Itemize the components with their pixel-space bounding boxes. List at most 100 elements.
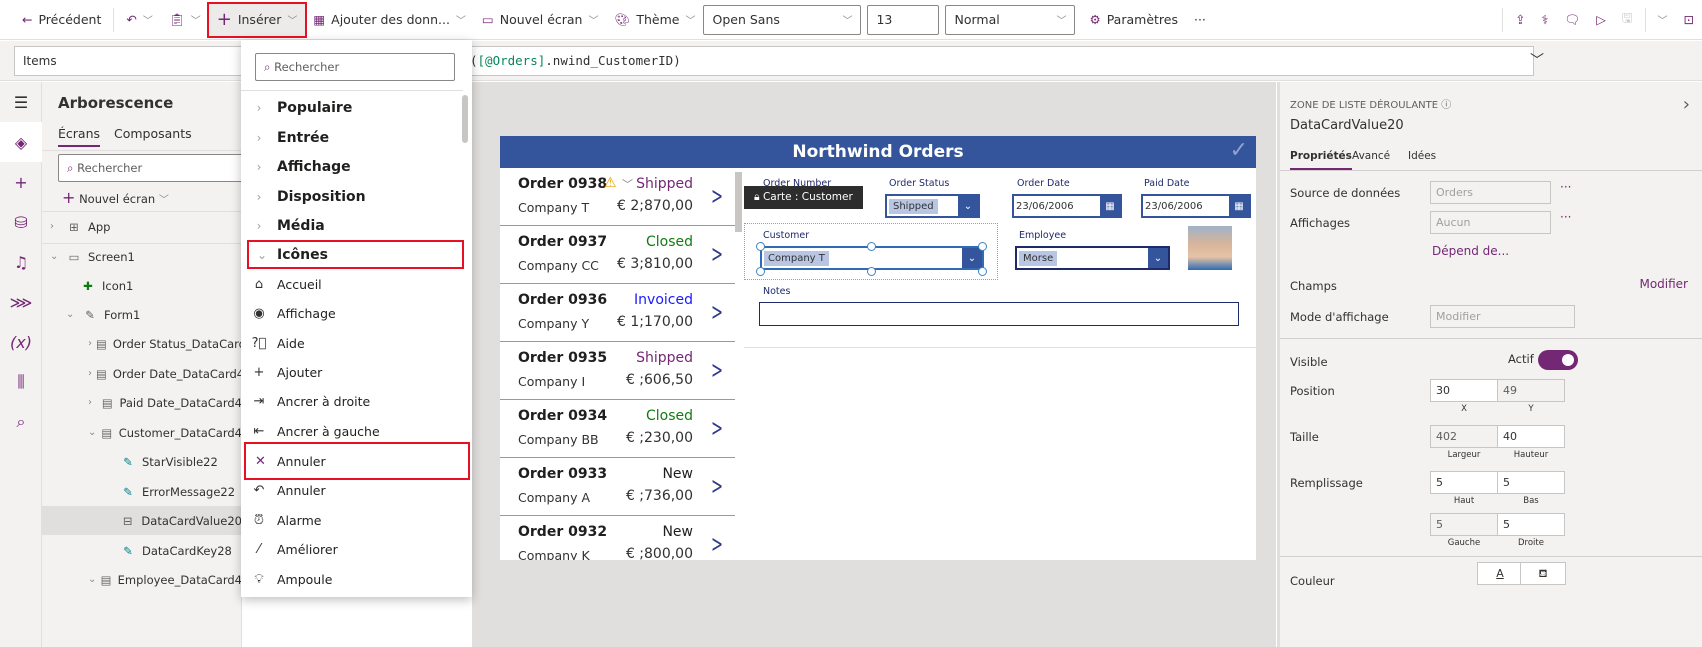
menu-item-annuler-cancel[interactable]: ✕ Annuler <box>244 442 470 480</box>
resize-handle[interactable] <box>756 242 765 251</box>
category-media[interactable]: › Média <box>241 211 461 240</box>
publish-button[interactable]: ⊡ <box>1676 4 1702 36</box>
insert-search-input[interactable]: ⌕ Rechercher <box>255 53 455 81</box>
display-mode-select[interactable]: Modifier <box>1430 305 1575 328</box>
order-date-picker[interactable]: 23/06/2006 ▦ <box>1012 194 1122 218</box>
menu-scrollbar[interactable] <box>462 95 468 143</box>
tree-node-card[interactable]: ⌄ ▤ Customer_DataCard4 <box>42 418 242 447</box>
category-populaire[interactable]: › Populaire <box>241 93 461 122</box>
comments-button[interactable]: 🗨︎ <box>1556 4 1588 36</box>
visible-toggle[interactable] <box>1538 350 1578 370</box>
power-automate-icon[interactable]: ⋙ <box>0 282 42 322</box>
order-status-dropdown[interactable]: Shipped ⌄ <box>885 194 980 218</box>
gallery-row[interactable]: Order 0937 Closed Company CC € 3;810,00 > <box>500 226 735 284</box>
tree-node-card[interactable]: › ▤ Order Date_DataCard4 <box>42 359 242 388</box>
width-input[interactable]: 402 <box>1430 425 1498 448</box>
media-icon[interactable]: ♫ <box>0 242 42 282</box>
save-options-button[interactable]: ﹀ <box>1650 4 1676 36</box>
help-icon[interactable]: ⓘ <box>1441 100 1451 111</box>
resize-handle[interactable] <box>756 267 765 276</box>
chevron-right-icon[interactable]: › <box>1683 94 1690 115</box>
preview-button[interactable]: ▷ <box>1588 4 1614 36</box>
resize-handle[interactable] <box>978 267 987 276</box>
tree-node-control[interactable]: ✎ StarVisible22 <box>42 447 242 476</box>
tab-components[interactable]: Composants <box>114 126 192 141</box>
search-icon[interactable]: ⌕ <box>0 402 42 442</box>
settings-button[interactable]: ⚙ Paramètres <box>1081 4 1186 36</box>
layers-icon[interactable]: ◈ <box>0 122 42 162</box>
menu-item-ampoule[interactable]: 💡︎ Ampoule <box>241 565 461 594</box>
tab-ideas[interactable]: Idées <box>1408 150 1436 162</box>
tools-icon[interactable]: ⫼ <box>0 362 42 402</box>
resize-handle[interactable] <box>978 242 987 251</box>
tab-screens[interactable]: Écrans <box>58 126 101 147</box>
more-icon[interactable]: ··· <box>1560 210 1571 224</box>
tree-node-control[interactable]: ✎ DataCardKey28 <box>42 536 242 565</box>
tree-node-control[interactable]: ✎ ErrorMessage22 <box>42 477 242 506</box>
expand-formula-icon[interactable]: ﹀ <box>1530 50 1544 70</box>
gallery-row[interactable]: Order 0935 Shipped Company I € ;606,50 > <box>500 342 735 400</box>
padding-right-input[interactable]: 5 <box>1497 513 1565 536</box>
variables-icon[interactable]: (x) <box>0 322 42 362</box>
menu-item-affichage[interactable]: ◉ Affichage <box>241 299 461 328</box>
fill-color-button[interactable]: ⛾ <box>1520 562 1566 585</box>
gallery-row[interactable]: Order 0934 Closed Company BB € ;230,00 > <box>500 400 735 458</box>
menu-item-alarme[interactable]: ⏰︎ Alarme <box>241 506 461 535</box>
gallery-scrollbar[interactable] <box>735 172 742 232</box>
tree-node-app[interactable]: › ⊞ App <box>42 212 242 241</box>
tree-node-card[interactable]: ⌄ ▤ Employee_DataCard4 <box>42 565 242 594</box>
data-source-select[interactable]: Orders <box>1430 181 1551 204</box>
depends-on-link[interactable]: Dépend de... <box>1432 244 1509 258</box>
paid-date-picker[interactable]: 23/06/2006 ▦ <box>1141 194 1251 218</box>
menu-item-accueil[interactable]: ⌂ Accueil <box>241 270 461 299</box>
chevron-right-icon[interactable]: > <box>711 240 723 268</box>
hamburger-icon[interactable]: ☰ <box>0 82 42 122</box>
category-icones[interactable]: ⌄ Icônes <box>247 240 464 269</box>
category-disposition[interactable]: › Disposition <box>241 182 461 211</box>
employee-combobox[interactable]: Morse ⌄ <box>1015 246 1170 270</box>
menu-item-ajouter[interactable]: + Ajouter <box>241 358 461 387</box>
chevron-right-icon[interactable]: > <box>711 182 723 210</box>
tree-node-selected[interactable]: ⊟ DataCardValue20 <box>42 506 242 535</box>
app-checker-button[interactable]: ⚕ <box>1534 4 1557 36</box>
tree-node-screen1[interactable]: ⌄ ▭ Screen1 <box>42 242 242 271</box>
more-icon[interactable]: ··· <box>1560 180 1571 194</box>
notes-input[interactable] <box>759 302 1239 326</box>
tree-node-icon1[interactable]: ✚ Icon1 <box>42 271 242 300</box>
plus-icon[interactable]: + <box>0 162 42 202</box>
add-data-button[interactable]: ▦ Ajouter des donn... ﹀ <box>305 4 474 36</box>
text-color-button[interactable]: A <box>1477 562 1523 585</box>
database-icon[interactable]: ⛁ <box>0 202 42 242</box>
padding-bottom-input[interactable]: 5 <box>1497 471 1565 494</box>
tree-node-form1[interactable]: ⌄ ✎ Form1 <box>42 300 242 329</box>
chevron-right-icon[interactable]: > <box>711 472 723 500</box>
theme-button[interactable]: 🎨︎ Thème ﹀ <box>606 4 703 36</box>
edit-fields-link[interactable]: Modifier <box>1639 277 1688 291</box>
menu-item-ameliorer[interactable]: ⁄ Améliorer <box>241 535 461 564</box>
gallery-row[interactable]: Order 0933 New Company A € ;736,00 > <box>500 458 735 516</box>
padding-left-input[interactable]: 5 <box>1430 513 1498 536</box>
tab-advanced[interactable]: Avancé <box>1352 150 1390 162</box>
category-entree[interactable]: › Entrée <box>241 123 461 152</box>
views-select[interactable]: Aucun <box>1430 211 1551 234</box>
gallery-row[interactable]: Order 0936 Invoiced Company Y € 1;170,00 > <box>500 284 735 342</box>
gallery-row[interactable]: Order 0938 ⚠ ﹀ Shipped Company T € 2;870,00 > <box>500 168 735 226</box>
back-button[interactable]: ← Précédent <box>14 4 109 36</box>
formula-input[interactable]: ([@Orders].nwind_CustomerID) <box>470 53 681 68</box>
y-input[interactable]: 49 <box>1497 379 1565 402</box>
chevron-right-icon[interactable]: > <box>711 298 723 326</box>
menu-item-ancrer-droite[interactable]: ⇥ Ancrer à droite <box>241 387 461 416</box>
gallery-row[interactable]: Order 0932 New Company K € ;800,00 > <box>500 516 735 560</box>
insert-button[interactable]: + Insérer ﹀ <box>206 1 308 38</box>
resize-handle[interactable] <box>867 267 876 276</box>
save-button[interactable]: 🖫 <box>1614 4 1641 36</box>
new-screen-button[interactable]: + Nouvel écran ﹀ <box>62 188 169 207</box>
chevron-right-icon[interactable]: > <box>711 530 723 558</box>
font-size-input[interactable]: 13 <box>867 4 940 35</box>
resize-handle[interactable] <box>867 242 876 251</box>
tab-properties[interactable]: Propriétés <box>1290 150 1352 170</box>
tree-node-card[interactable]: › ▤ Paid Date_DataCard4 <box>42 388 242 417</box>
undo-button[interactable]: ↶ ﹀ <box>118 4 160 36</box>
height-input[interactable]: 40 <box>1497 425 1565 448</box>
menu-item-annuler-undo[interactable]: ↶ Annuler <box>241 476 461 505</box>
